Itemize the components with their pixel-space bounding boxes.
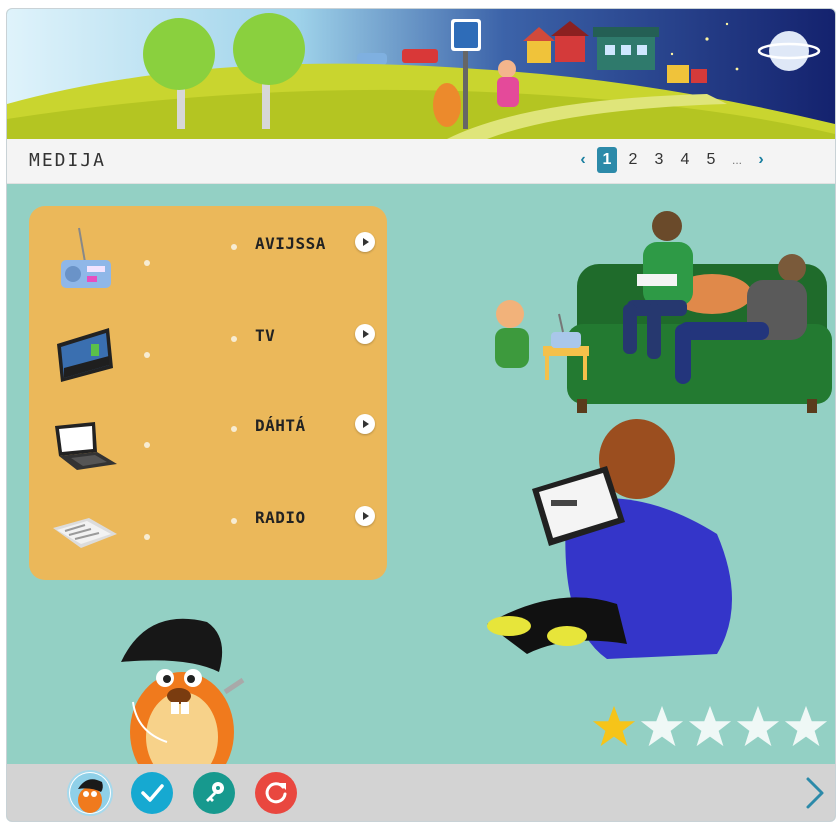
match-label: TV <box>255 326 276 345</box>
pager-page-2[interactable]: 2 <box>623 147 643 173</box>
star-icon-empty[interactable] <box>687 704 733 750</box>
connector-dot-left[interactable] <box>144 352 150 358</box>
radio-icon[interactable] <box>51 224 121 294</box>
play-audio-button[interactable] <box>355 414 375 434</box>
connector-dot-left[interactable] <box>144 442 150 448</box>
page-title: MEDIJA <box>29 150 107 171</box>
header-banner <box>7 9 835 139</box>
connector-dot-left[interactable] <box>144 534 150 540</box>
laptop-icon[interactable] <box>51 406 121 476</box>
pager-page-3[interactable]: 3 <box>649 147 669 173</box>
chevron-right-icon <box>806 777 824 809</box>
play-audio-button[interactable] <box>355 232 375 252</box>
restart-button[interactable] <box>255 772 297 814</box>
pager-page-4[interactable]: 4 <box>675 147 695 173</box>
play-audio-button[interactable] <box>355 506 375 526</box>
pager-prev-button[interactable]: ‹ <box>575 151 591 169</box>
match-label: DÁHTÁ <box>255 416 306 435</box>
match-label: RADIO <box>255 508 306 527</box>
beaver-mascot <box>107 612 257 792</box>
play-audio-button[interactable] <box>355 324 375 344</box>
main-content: AVIJSSA TV DÁHTÁ RADIO <box>7 184 835 792</box>
connector-dot-right[interactable] <box>231 426 237 432</box>
pager-page-5[interactable]: 5 <box>701 147 721 173</box>
footer-toolbar <box>7 764 835 821</box>
checkmark-icon <box>141 784 164 802</box>
match-row-avijssa: AVIJSSA <box>29 214 387 306</box>
check-button[interactable] <box>131 772 173 814</box>
tv-icon[interactable] <box>51 316 121 386</box>
pager-ellipsis: ... <box>731 153 742 167</box>
connector-dot-right[interactable] <box>231 244 237 250</box>
title-bar: MEDIJA ‹ 1 2 3 4 5 ... › <box>7 139 835 184</box>
family-illustration <box>447 204 835 678</box>
pager-page-1[interactable]: 1 <box>597 147 617 173</box>
connector-dot-right[interactable] <box>231 336 237 342</box>
refresh-icon <box>265 782 287 804</box>
app-window: MEDIJA ‹ 1 2 3 4 5 ... › AVIJSSA TV DÁHT… <box>6 8 836 822</box>
star-icon-empty[interactable] <box>639 704 685 750</box>
match-row-tv: TV <box>29 306 387 398</box>
match-row-radio: RADIO <box>29 488 387 580</box>
key-icon <box>206 782 224 802</box>
star-icon-empty[interactable] <box>783 704 829 750</box>
match-label: AVIJSSA <box>255 234 326 253</box>
key-button[interactable] <box>193 772 235 814</box>
star-icon-empty[interactable] <box>735 704 781 750</box>
pagination: ‹ 1 2 3 4 5 ... › <box>575 147 769 173</box>
connector-dot-left[interactable] <box>144 260 150 266</box>
next-page-button[interactable] <box>803 776 827 810</box>
matching-panel: AVIJSSA TV DÁHTÁ RADIO <box>29 206 387 580</box>
newspaper-icon[interactable] <box>51 498 121 568</box>
star-icon-filled[interactable] <box>591 704 637 750</box>
mascot-avatar-button[interactable] <box>69 772 111 814</box>
star-rating <box>591 704 829 750</box>
match-row-dahta: DÁHTÁ <box>29 396 387 488</box>
connector-dot-right[interactable] <box>231 518 237 524</box>
pager-next-button[interactable]: › <box>753 151 769 169</box>
